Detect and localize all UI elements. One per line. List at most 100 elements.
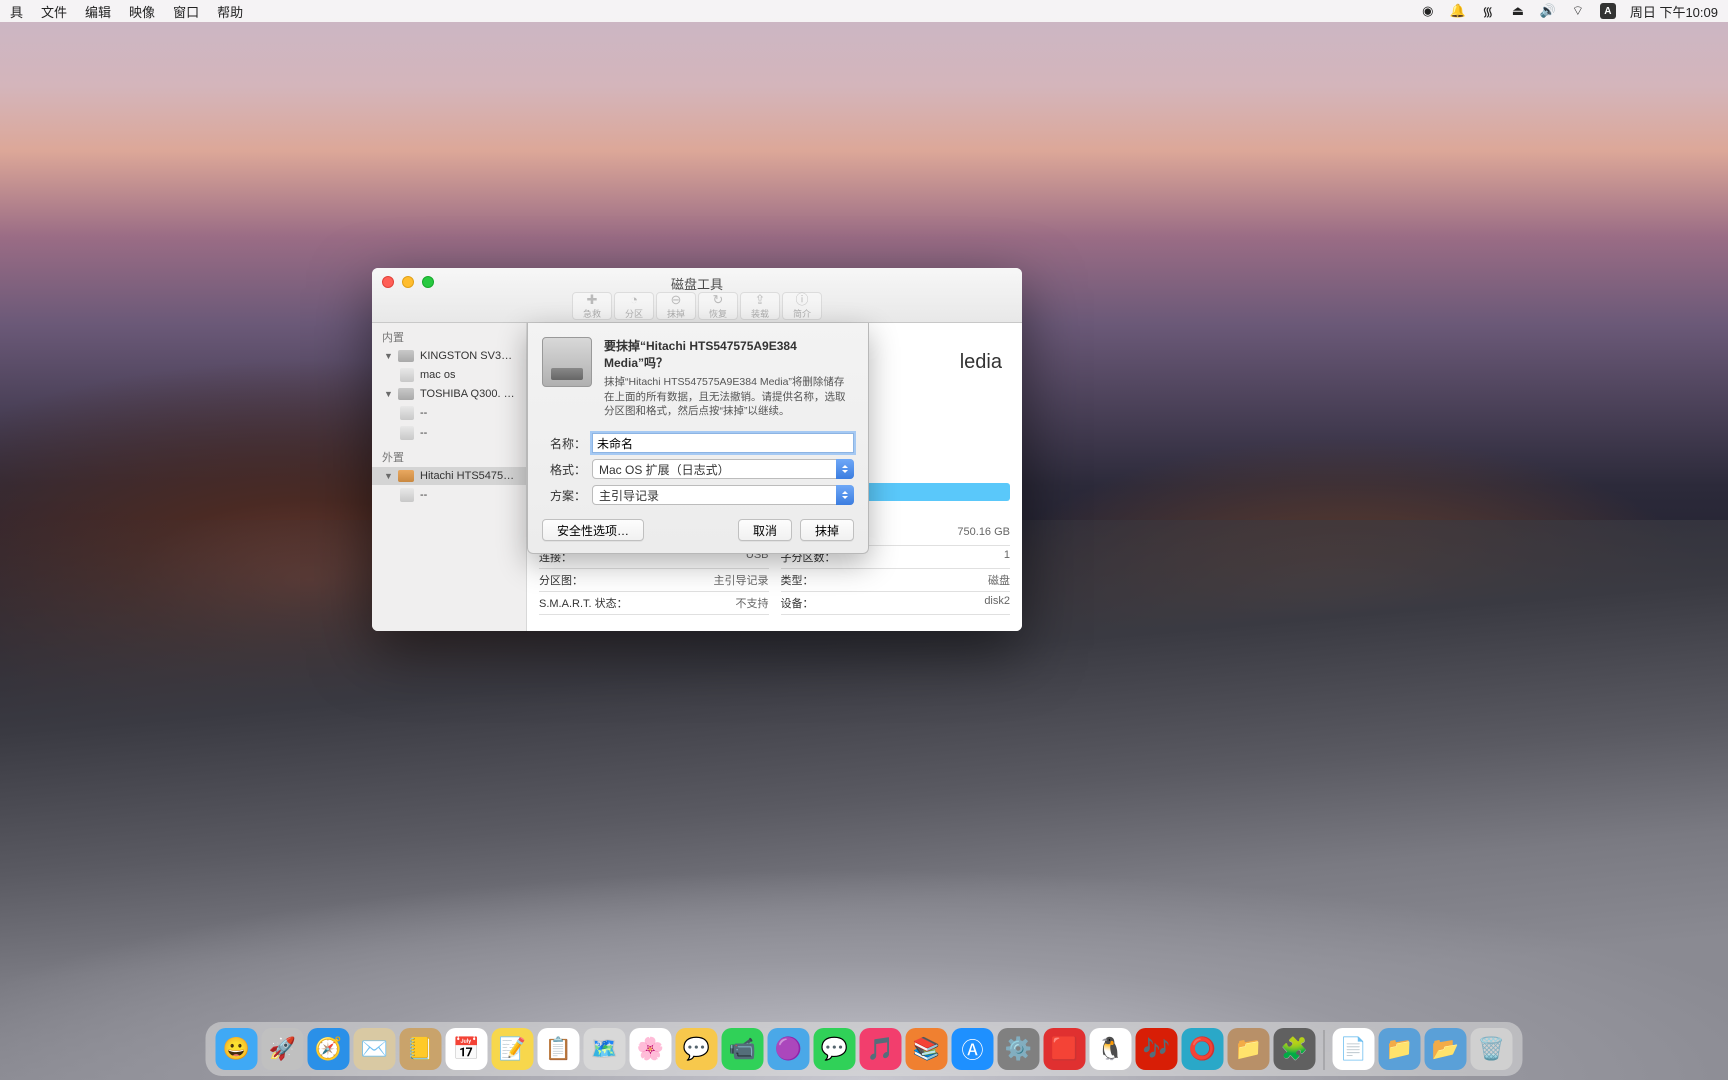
status-bird-icon[interactable]: ᯾	[1480, 3, 1496, 19]
sidebar-header-external: 外置	[372, 443, 526, 467]
disk-title: ledia	[960, 351, 1002, 374]
disclosure-triangle-icon[interactable]: ▼	[384, 389, 392, 399]
dock-app3[interactable]: 📁	[1228, 1028, 1270, 1070]
info-value: 磁盘	[988, 572, 1010, 588]
toolbar-分区: ◔分区	[614, 292, 654, 320]
toolbar-icon: ↻	[713, 293, 724, 306]
dock-qq[interactable]: 🐧	[1090, 1028, 1132, 1070]
sidebar-disk[interactable]: ▼ Hitachi HTS54757…	[372, 467, 526, 485]
titlebar: 磁盘工具 ✚急救◔分区⊖抹掉↻恢复⇪装载ⓘ简介	[372, 268, 1022, 323]
dock-calendar[interactable]: 📅	[446, 1028, 488, 1070]
dock-pages[interactable]: 📄	[1333, 1028, 1375, 1070]
dock-facetime[interactable]: 📹	[722, 1028, 764, 1070]
erase-button[interactable]: 抹掉	[800, 519, 854, 541]
dock-separator	[1324, 1030, 1325, 1070]
status-ime-icon[interactable]: A	[1600, 3, 1616, 19]
info-value: 750.16 GB	[957, 526, 1010, 542]
dock-itunes[interactable]: 🎵	[860, 1028, 902, 1070]
toolbar-label: 急救	[583, 307, 601, 320]
dock-messages-y[interactable]: 💬	[676, 1028, 718, 1070]
sheet-heading: 要抹掉“Hitachi HTS547575A9E384 Media”吗？	[604, 337, 854, 371]
dock-mail[interactable]: ✉️	[354, 1028, 396, 1070]
status-record-icon[interactable]: ◉	[1420, 3, 1436, 19]
menu-3[interactable]: 映像	[129, 2, 155, 21]
volume-label: mac os	[420, 369, 455, 381]
name-input[interactable]	[592, 433, 854, 453]
close-button[interactable]	[382, 276, 394, 288]
info-key: 类型	[781, 572, 814, 588]
name-label: 名称	[542, 435, 592, 452]
info-value: 1	[1004, 549, 1010, 565]
disclosure-triangle-icon[interactable]: ▼	[384, 351, 392, 361]
status-volume-icon[interactable]: 🔊	[1540, 3, 1556, 19]
sidebar: 内置 ▼KINGSTON SV300…mac os▼TOSHIBA Q300. …	[372, 323, 527, 631]
status-wifi-icon[interactable]: ⌔	[1570, 3, 1586, 19]
dock-maps[interactable]: 🗺️	[584, 1028, 626, 1070]
dock-messages[interactable]: 💬	[814, 1028, 856, 1070]
menu-0[interactable]: 具	[10, 2, 23, 21]
scheme-select[interactable]: 主引导记录	[592, 485, 854, 505]
dock-trash[interactable]: 🗑️	[1471, 1028, 1513, 1070]
volume-icon	[400, 426, 414, 440]
dock-contacts[interactable]: 📒	[400, 1028, 442, 1070]
dock-prefs[interactable]: ⚙️	[998, 1028, 1040, 1070]
toolbar-抹掉: ⊖抹掉	[656, 292, 696, 320]
dock-launchpad[interactable]: 🚀	[262, 1028, 304, 1070]
dock-folder2[interactable]: 📂	[1425, 1028, 1467, 1070]
sidebar-volume[interactable]: --	[372, 485, 526, 505]
status-eject-icon[interactable]: ⏏	[1510, 3, 1526, 19]
disk-utility-window: 磁盘工具 ✚急救◔分区⊖抹掉↻恢复⇪装载ⓘ简介 内置 ▼KINGSTON SV3…	[372, 268, 1022, 631]
disk-icon	[398, 470, 414, 482]
disk-icon	[398, 350, 414, 362]
status-notify-icon[interactable]: 🔔	[1450, 3, 1466, 19]
disclosure-triangle-icon[interactable]: ▼	[384, 471, 392, 481]
volume-label: --	[420, 489, 427, 501]
chevron-updown-icon	[836, 459, 854, 479]
zoom-button[interactable]	[422, 276, 434, 288]
dock-siri[interactable]: 🟣	[768, 1028, 810, 1070]
toolbar-label: 简介	[793, 307, 811, 320]
info-value: 不支持	[736, 595, 769, 611]
dock-reminders[interactable]: 📋	[538, 1028, 580, 1070]
security-options-button[interactable]: 安全性选项…	[542, 519, 644, 541]
dock-photos[interactable]: 🌸	[630, 1028, 672, 1070]
sidebar-volume[interactable]: --	[372, 423, 526, 443]
volume-label: --	[420, 427, 427, 439]
menu-2[interactable]: 编辑	[85, 2, 111, 21]
menu-5[interactable]: 帮助	[217, 2, 243, 21]
menu-1[interactable]: 文件	[41, 2, 67, 21]
minimize-button[interactable]	[402, 276, 414, 288]
menu-4[interactable]: 窗口	[173, 2, 199, 21]
info-row: 分区图主引导记录	[539, 569, 769, 592]
cancel-button[interactable]: 取消	[738, 519, 792, 541]
toolbar-label: 分区	[625, 307, 643, 320]
dock-notes[interactable]: 📝	[492, 1028, 534, 1070]
dock-app4[interactable]: 🧩	[1274, 1028, 1316, 1070]
toolbar-急救: ✚急救	[572, 292, 612, 320]
toolbar-icon: ⊖	[671, 293, 682, 306]
toolbar-恢复: ↻恢复	[698, 292, 738, 320]
sidebar-volume[interactable]: mac os	[372, 365, 526, 385]
dock-app1[interactable]: 🟥	[1044, 1028, 1086, 1070]
format-select[interactable]: Mac OS 扩展（日志式）	[592, 459, 854, 479]
toolbar-icon: ✚	[587, 293, 598, 306]
info-key: 设备	[781, 595, 814, 611]
dock-app2[interactable]: ⭕	[1182, 1028, 1224, 1070]
dock-appstore[interactable]: Ⓐ	[952, 1028, 994, 1070]
toolbar-装载: ⇪装载	[740, 292, 780, 320]
sidebar-disk[interactable]: ▼ KINGSTON SV300…	[372, 347, 526, 365]
info-key: 分区图	[539, 572, 583, 588]
dock-folder[interactable]: 📁	[1379, 1028, 1421, 1070]
disk-label: Hitachi HTS54757…	[420, 470, 518, 482]
toolbar-icon: ⓘ	[795, 293, 808, 306]
sidebar-disk[interactable]: ▼TOSHIBA Q300. M…	[372, 385, 526, 403]
menubar-clock[interactable]: 周日 下午10:09	[1630, 2, 1718, 21]
dock-netease[interactable]: 🎶	[1136, 1028, 1178, 1070]
dock-ibooks[interactable]: 📚	[906, 1028, 948, 1070]
menubar: 具文件编辑映像窗口帮助 ◉ 🔔 ᯾ ⏏ 🔊 ⌔ A 周日 下午10:09	[0, 0, 1728, 22]
sidebar-volume[interactable]: --	[372, 403, 526, 423]
dock-finder[interactable]: 😀	[216, 1028, 258, 1070]
info-row: 类型 磁盘	[781, 569, 1011, 592]
dock-safari[interactable]: 🧭	[308, 1028, 350, 1070]
disk-label: KINGSTON SV300…	[420, 350, 518, 362]
